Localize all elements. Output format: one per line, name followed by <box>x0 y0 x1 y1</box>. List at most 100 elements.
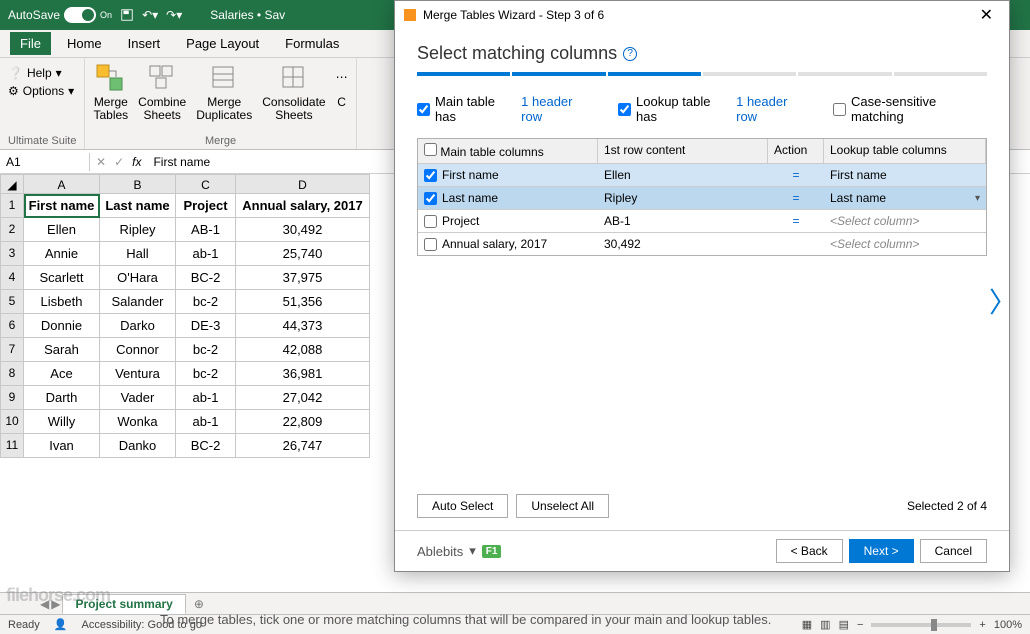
row-header[interactable]: 9 <box>0 386 24 410</box>
cell[interactable]: Ventura <box>100 362 176 386</box>
cell[interactable]: Wonka <box>100 410 176 434</box>
zoom-in-icon[interactable]: + <box>979 619 985 631</box>
cell[interactable]: BC-2 <box>176 266 236 290</box>
row-header[interactable]: 10 <box>0 410 24 434</box>
cell[interactable]: Ellen <box>24 218 100 242</box>
cell[interactable]: Hall <box>100 242 176 266</box>
match-row[interactable]: Annual salary, 201730,492<Select column> <box>418 232 986 255</box>
cell[interactable]: 26,747 <box>236 434 370 458</box>
match-row[interactable]: Last nameRipley=Last name▾ <box>418 186 986 209</box>
lookup-header-checkbox[interactable]: Lookup table has 1 header row <box>618 94 809 124</box>
tab-file[interactable]: File <box>10 32 51 55</box>
col-header-c[interactable]: C <box>176 174 236 194</box>
cell[interactable]: Last name <box>100 194 176 218</box>
cell[interactable]: 36,981 <box>236 362 370 386</box>
cell[interactable]: 25,740 <box>236 242 370 266</box>
zoom-level[interactable]: 100% <box>994 619 1022 631</box>
cell[interactable]: ab-1 <box>176 410 236 434</box>
help-button[interactable]: ❔Help ▾ <box>8 66 76 80</box>
cell[interactable]: bc-2 <box>176 290 236 314</box>
cell[interactable]: bc-2 <box>176 362 236 386</box>
cell[interactable]: AB-1 <box>176 218 236 242</box>
cell[interactable]: Donnie <box>24 314 100 338</box>
cell[interactable]: Ripley <box>100 218 176 242</box>
view-normal-icon[interactable]: ▦ <box>802 618 812 631</box>
cell[interactable]: 22,809 <box>236 410 370 434</box>
unselect-all-button[interactable]: Unselect All <box>516 494 609 518</box>
row-header[interactable]: 8 <box>0 362 24 386</box>
row-header[interactable]: 5 <box>0 290 24 314</box>
undo-icon[interactable]: ↶▾ <box>142 8 158 22</box>
select-all-corner[interactable]: ◢ <box>0 174 24 194</box>
redo-icon[interactable]: ↷▾ <box>166 8 182 22</box>
options-button[interactable]: ⚙Options ▾ <box>8 84 76 98</box>
row-header[interactable]: 2 <box>0 218 24 242</box>
row-header[interactable]: 11 <box>0 434 24 458</box>
back-button[interactable]: < Back <box>776 539 843 563</box>
cell[interactable]: Salander <box>100 290 176 314</box>
cell[interactable]: 42,088 <box>236 338 370 362</box>
col-header-d[interactable]: D <box>236 174 370 194</box>
cell[interactable]: 51,356 <box>236 290 370 314</box>
lookup-col-select[interactable]: <Select column> <box>824 210 986 232</box>
merge-tables-button[interactable]: Merge Tables <box>93 62 128 122</box>
name-box[interactable]: A1 <box>0 153 90 171</box>
tab-formulas[interactable]: Formulas <box>275 32 349 55</box>
opt-main-b[interactable]: 1 header row <box>521 94 594 124</box>
match-row[interactable]: ProjectAB-1=<Select column> <box>418 209 986 232</box>
cell[interactable]: Scarlett <box>24 266 100 290</box>
zoom-slider[interactable] <box>871 623 971 627</box>
enter-icon[interactable]: ✓ <box>114 155 124 169</box>
cell[interactable]: DE-3 <box>176 314 236 338</box>
fx-icon[interactable]: fx <box>132 155 141 169</box>
cell[interactable]: bc-2 <box>176 338 236 362</box>
row-header[interactable]: 1 <box>0 194 24 218</box>
row-header[interactable]: 3 <box>0 242 24 266</box>
row-header[interactable]: 4 <box>0 266 24 290</box>
autosave-toggle[interactable] <box>64 7 96 23</box>
cell[interactable]: ab-1 <box>176 242 236 266</box>
next-button[interactable]: Next > <box>849 539 914 563</box>
select-all-columns-checkbox[interactable] <box>424 143 437 156</box>
cell[interactable]: Willy <box>24 410 100 434</box>
cancel-icon[interactable]: ✕ <box>96 155 106 169</box>
lookup-col-select[interactable]: First name <box>824 164 986 186</box>
next-arrow-icon[interactable]: 〉 <box>989 281 1017 321</box>
match-row[interactable]: First nameEllen=First name <box>418 163 986 186</box>
cell[interactable]: BC-2 <box>176 434 236 458</box>
cell[interactable]: Ace <box>24 362 100 386</box>
col-header-b[interactable]: B <box>100 174 176 194</box>
close-button[interactable]: ✕ <box>972 5 1001 25</box>
zoom-out-icon[interactable]: − <box>857 619 863 631</box>
cell[interactable]: First name <box>24 194 100 218</box>
cell[interactable]: 27,042 <box>236 386 370 410</box>
more-button[interactable]: ⋯C <box>336 62 348 122</box>
cell[interactable]: 30,492 <box>236 218 370 242</box>
cell[interactable]: ab-1 <box>176 386 236 410</box>
cell[interactable]: Sarah <box>24 338 100 362</box>
row-header[interactable]: 7 <box>0 338 24 362</box>
combine-sheets-button[interactable]: Combine Sheets <box>138 62 186 122</box>
case-sensitive-checkbox[interactable]: Case-sensitive matching <box>833 94 987 124</box>
consolidate-sheets-button[interactable]: Consolidate Sheets <box>262 62 325 122</box>
cell[interactable]: Darth <box>24 386 100 410</box>
row-header[interactable]: 6 <box>0 314 24 338</box>
row-checkbox[interactable] <box>424 238 437 251</box>
save-icon[interactable] <box>120 8 134 22</box>
worksheet-grid[interactable]: ◢ A B C D 1First nameLast nameProjectAnn… <box>0 174 400 594</box>
tab-insert[interactable]: Insert <box>118 32 171 55</box>
view-page-icon[interactable]: ▥ <box>820 618 830 631</box>
cell[interactable]: 44,373 <box>236 314 370 338</box>
cell[interactable]: Lisbeth <box>24 290 100 314</box>
cancel-button[interactable]: Cancel <box>920 539 987 563</box>
help-icon[interactable]: ? <box>623 47 637 61</box>
row-checkbox[interactable] <box>424 215 437 228</box>
col-header-a[interactable]: A <box>24 174 100 194</box>
cell[interactable]: Ivan <box>24 434 100 458</box>
row-checkbox[interactable] <box>424 169 437 182</box>
auto-select-button[interactable]: Auto Select <box>417 494 508 518</box>
cell[interactable]: Annie <box>24 242 100 266</box>
lookup-col-select[interactable]: Last name▾ <box>824 187 986 209</box>
lookup-col-select[interactable]: <Select column> <box>824 233 986 255</box>
cell[interactable]: Connor <box>100 338 176 362</box>
